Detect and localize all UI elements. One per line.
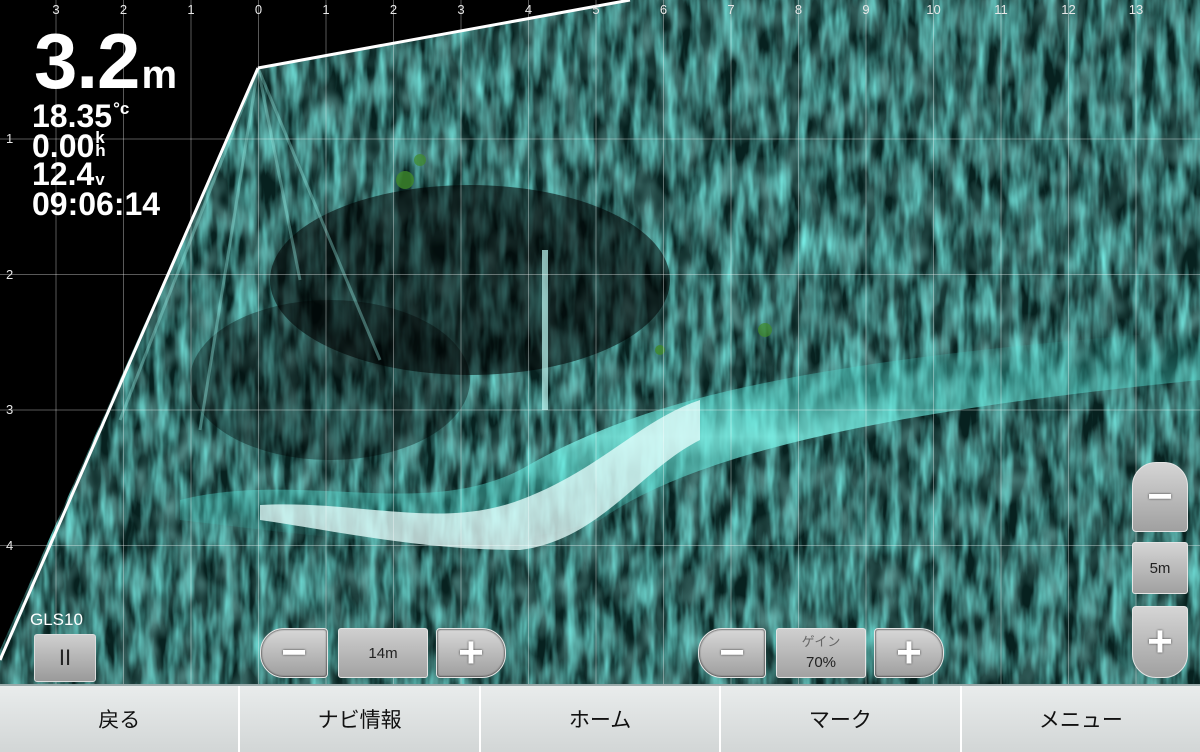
horizontal-tick-label: 1 (187, 2, 195, 17)
temperature-unit: °c (113, 99, 130, 118)
pause-icon: II (58, 645, 72, 670)
gain-plus-button[interactable]: + (874, 628, 944, 678)
depth-tick-label: 3 (6, 402, 14, 417)
plus-icon: + (1147, 617, 1173, 666)
sonar-image (0, 0, 1200, 684)
transducer-label: GLS10 (30, 610, 83, 629)
depth-tick-label: 2 (6, 266, 14, 282)
horizontal-tick-label: 11 (994, 2, 1008, 17)
horizontal-tick-label: 2 (389, 2, 398, 17)
range-plus-button[interactable]: + (1132, 606, 1188, 678)
horizontal-tick-label: 5 (592, 2, 600, 17)
speed-unit: kh (95, 129, 106, 160)
range-value-text: 5m (1149, 559, 1171, 577)
menu-button[interactable]: メニュー (959, 686, 1200, 752)
gain-value-text: 70% (805, 654, 837, 671)
sonar-echo-area (0, 0, 1200, 684)
depth-readout: 3.2m (34, 22, 177, 100)
depth-value: 3.2 (34, 17, 140, 105)
horizontal-tick-label: 0 (254, 2, 263, 17)
horizontal-tick-label: 3 (457, 2, 465, 17)
minus-icon: − (1147, 472, 1173, 521)
back-button[interactable]: 戻る (0, 686, 238, 752)
mark-button[interactable]: マーク (719, 686, 959, 752)
depth-tick-label: 4 (6, 537, 14, 553)
depth-unit: m (141, 53, 177, 97)
zoom-value-text: 14m (368, 644, 398, 662)
zoom-plus-button[interactable]: + (436, 628, 506, 678)
minus-icon: − (719, 628, 745, 677)
gain-minus-button[interactable]: − (698, 628, 766, 678)
clock: 09:06:14 (32, 186, 161, 222)
horizontal-tick-label: 8 (794, 2, 803, 17)
horizontal-tick-label: 10 (926, 2, 941, 17)
plus-icon: + (458, 628, 484, 677)
horizontal-tick-label: 6 (659, 2, 668, 17)
zoom-value: 14m (338, 628, 428, 678)
horizontal-tick-label: 3 (52, 2, 60, 17)
gain-value: ゲイン 70% (776, 628, 866, 678)
home-button[interactable]: ホーム (478, 686, 719, 752)
horizontal-tick-label: 4 (524, 2, 533, 17)
horizontal-tick-label: 7 (727, 2, 735, 17)
horizontal-tick-label: 13 (1128, 2, 1144, 17)
bottom-bar: 戻る ナビ情報 ホーム マーク メニュー (0, 684, 1200, 752)
zoom-minus-button[interactable]: − (260, 628, 328, 678)
horizontal-tick-label: 9 (862, 2, 870, 17)
depth-tick-label: 1 (6, 131, 14, 146)
horizontal-tick-label: 2 (119, 2, 128, 17)
range-value: 5m (1132, 542, 1188, 594)
sonar-view[interactable]: 3 2 1 0 1 2 3 4 5 6 7 8 9 10 11 12 13 1234 3.2m 18.35°c … (0, 0, 1200, 684)
speed-unit-bottom: h (95, 140, 106, 160)
nav-info-button[interactable]: ナビ情報 (238, 686, 478, 752)
horizontal-tick-label: 12 (1061, 2, 1076, 17)
horizontal-tick-label: 1 (322, 2, 330, 17)
range-minus-button[interactable]: − (1132, 462, 1188, 532)
pause-button[interactable]: II (34, 634, 96, 682)
plus-icon: + (896, 628, 922, 677)
gain-caption: ゲイン (801, 634, 841, 649)
minus-icon: − (281, 628, 307, 677)
